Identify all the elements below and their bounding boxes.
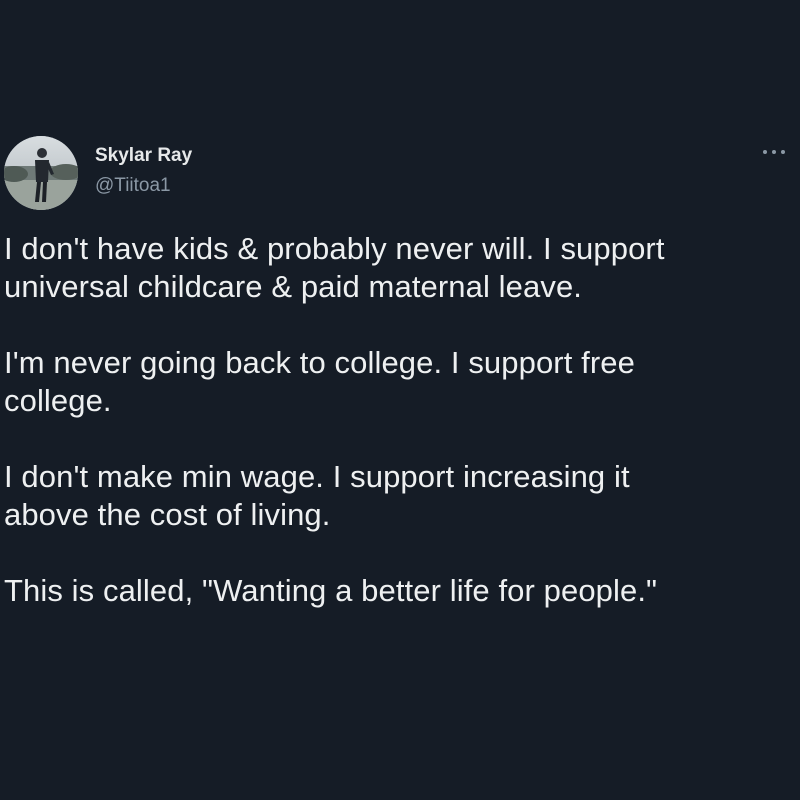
tweet-header: Skylar Ray @Tiitoa1 — [4, 136, 796, 212]
tweet-paragraph: I'm never going back to college. I suppo… — [4, 345, 635, 418]
tweet-paragraph: This is called, "Wanting a better life f… — [4, 573, 658, 608]
more-options-button[interactable] — [758, 142, 790, 162]
avatar[interactable] — [4, 136, 78, 210]
tweet-paragraph: I don't have kids & probably never will.… — [4, 231, 665, 304]
more-horizontal-icon — [763, 150, 785, 154]
tweet-card: Skylar Ray @Tiitoa1 I don't have kids & … — [0, 0, 800, 800]
tweet-paragraph: I don't make min wage. I support increas… — [4, 459, 630, 532]
author-info: Skylar Ray @Tiitoa1 — [95, 144, 192, 198]
tweet-text: I don't have kids & probably never will.… — [4, 230, 790, 648]
user-photo-icon — [4, 136, 78, 210]
display-name[interactable]: Skylar Ray — [95, 144, 192, 168]
user-handle[interactable]: @Tiitoa1 — [95, 174, 192, 198]
